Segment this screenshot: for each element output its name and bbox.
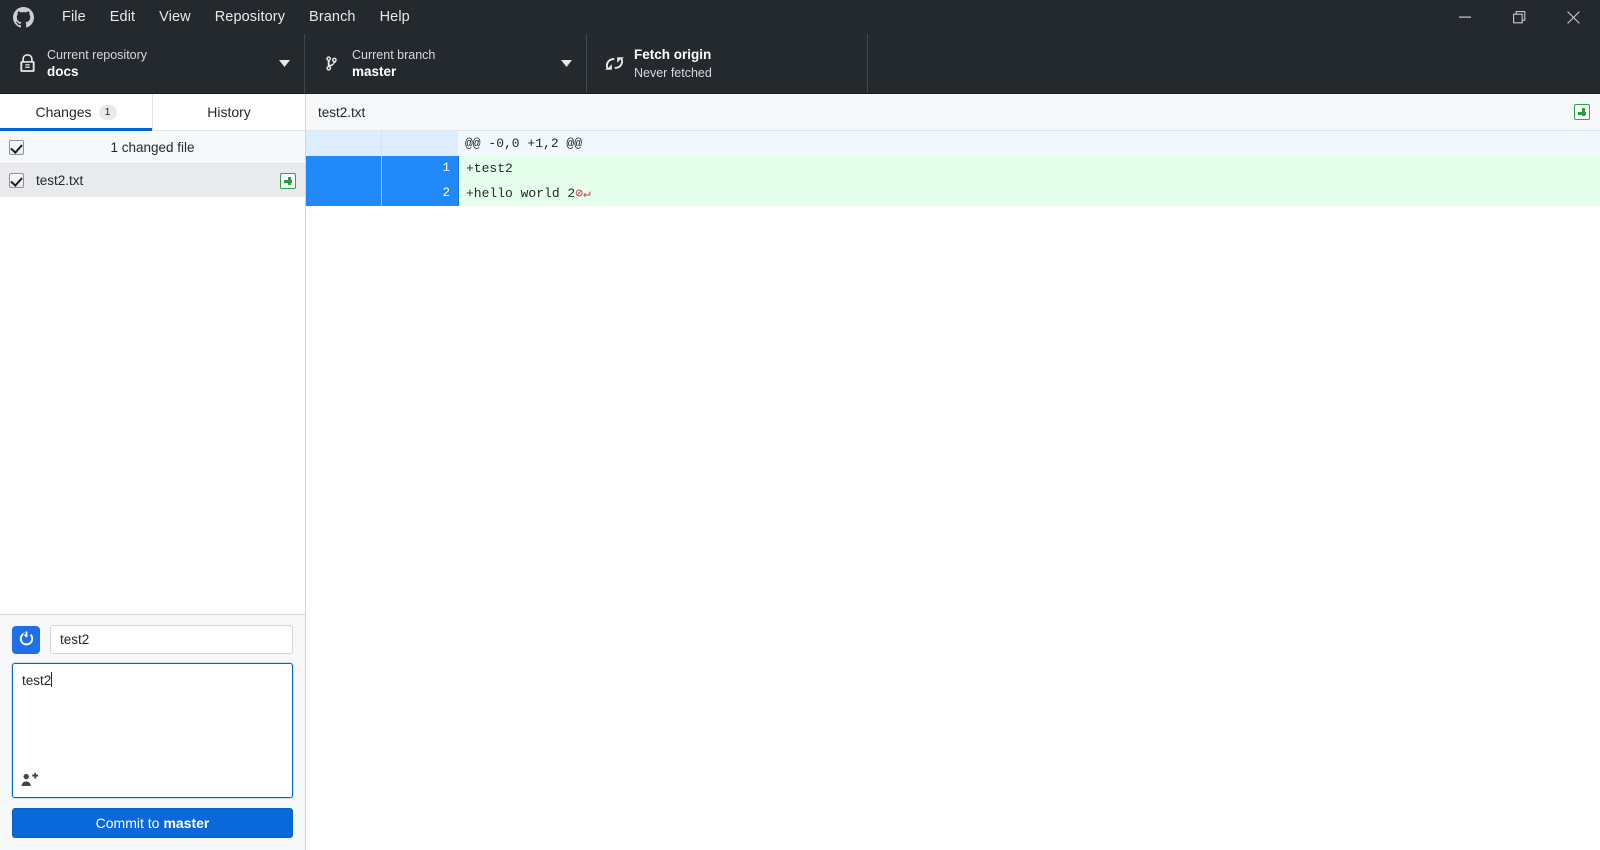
menu-item-view[interactable]: View — [147, 2, 203, 32]
menu-item-repository[interactable]: Repository — [203, 2, 297, 32]
menu-item-branch[interactable]: Branch — [297, 2, 368, 32]
diff-new-line-number — [382, 131, 458, 156]
menu-item-edit[interactable]: Edit — [98, 2, 147, 32]
diff-old-line-number — [306, 156, 382, 181]
whitespace-marker-icon: ⊘↵ — [575, 186, 591, 201]
changed-files-summary: 1 changed file — [0, 131, 305, 164]
menu-bar: File Edit View Repository Branch Help — [50, 2, 422, 32]
plus-box-icon — [280, 173, 296, 189]
git-branch-icon — [319, 54, 345, 73]
diff-file-name: test2.txt — [318, 105, 365, 120]
main-content: Changes 1 History 1 changed file test2.t… — [0, 94, 1600, 850]
current-branch-button[interactable]: Current branch master — [305, 34, 587, 93]
close-icon[interactable] — [1546, 0, 1600, 34]
toolbar-filler — [868, 34, 1600, 93]
chevron-down-icon — [560, 60, 572, 67]
diff-line-row[interactable]: 1 +test2 — [306, 156, 1600, 181]
current-repository-value: docs — [47, 63, 278, 81]
toolbar: Current repository docs Current branch m… — [0, 34, 1600, 94]
commit-button-branch: master — [163, 815, 209, 831]
current-branch-label: Current branch — [352, 47, 560, 63]
tab-history[interactable]: History — [153, 94, 305, 130]
diff-header: test2.txt — [306, 94, 1600, 131]
current-repository-label: Current repository — [47, 47, 278, 63]
commit-description-text: test2 — [22, 672, 52, 690]
tab-changes-badge: 1 — [99, 105, 117, 120]
commit-description-textarea[interactable]: test2 — [12, 663, 293, 798]
default-avatar-icon — [12, 626, 40, 654]
diff-line-text: +hello world 2⊘↵ — [458, 181, 1600, 206]
menu-item-help[interactable]: Help — [368, 2, 422, 32]
changed-files-count: 1 changed file — [0, 140, 305, 155]
file-name: test2.txt — [36, 173, 268, 188]
lock-icon — [14, 54, 40, 73]
menu-item-file[interactable]: File — [50, 2, 98, 32]
window-controls — [1438, 0, 1600, 34]
commit-summary-input[interactable] — [50, 625, 293, 654]
diff-line-row[interactable]: 2 +hello world 2⊘↵ — [306, 181, 1600, 206]
sidebar-tabs: Changes 1 History — [0, 94, 305, 131]
diff-hunk-header-row[interactable]: @@ -0,0 +1,2 @@ — [306, 131, 1600, 156]
diff-line-text: +test2 — [458, 156, 1600, 181]
title-bar: File Edit View Repository Branch Help — [0, 0, 1600, 34]
text-caret — [51, 672, 52, 687]
diff-hunk-header-text: @@ -0,0 +1,2 @@ — [458, 131, 1600, 156]
changes-sidebar: Changes 1 History 1 changed file test2.t… — [0, 94, 306, 850]
diff-body: @@ -0,0 +1,2 @@ 1 +test2 2 +hello world … — [306, 131, 1600, 850]
minimize-icon[interactable] — [1438, 0, 1492, 34]
sync-icon — [601, 54, 627, 73]
commit-form: test2 Commit to master — [0, 614, 305, 850]
changed-file-list: test2.txt — [0, 164, 305, 614]
commit-to-branch-button[interactable]: Commit to master — [12, 808, 293, 838]
github-mark-icon — [6, 7, 40, 28]
chevron-down-icon — [278, 60, 290, 67]
github-desktop-window: File Edit View Repository Branch Help — [0, 0, 1600, 850]
diff-new-line-number: 1 — [382, 156, 458, 181]
file-include-checkbox[interactable] — [9, 173, 24, 188]
diff-new-line-number: 2 — [382, 181, 458, 206]
fetch-origin-label: Fetch origin — [634, 46, 853, 64]
tab-changes-label: Changes — [35, 104, 91, 120]
restore-icon[interactable] — [1492, 0, 1546, 34]
diff-panel: test2.txt @@ -0,0 +1,2 @@ 1 +test2 — [306, 94, 1600, 850]
current-branch-value: master — [352, 63, 560, 81]
list-item[interactable]: test2.txt — [0, 164, 305, 197]
diff-old-line-number — [306, 181, 382, 206]
plus-box-icon — [1574, 104, 1590, 120]
fetch-origin-button[interactable]: Fetch origin Never fetched — [587, 34, 868, 93]
tab-changes[interactable]: Changes 1 — [0, 94, 152, 130]
commit-summary-row — [12, 625, 293, 654]
tab-history-label: History — [207, 104, 251, 120]
add-coauthor-icon[interactable] — [21, 773, 41, 791]
commit-button-prefix: Commit to — [96, 815, 160, 831]
diff-old-line-number — [306, 131, 382, 156]
fetch-origin-status: Never fetched — [634, 64, 853, 82]
current-repository-button[interactable]: Current repository docs — [0, 34, 305, 93]
